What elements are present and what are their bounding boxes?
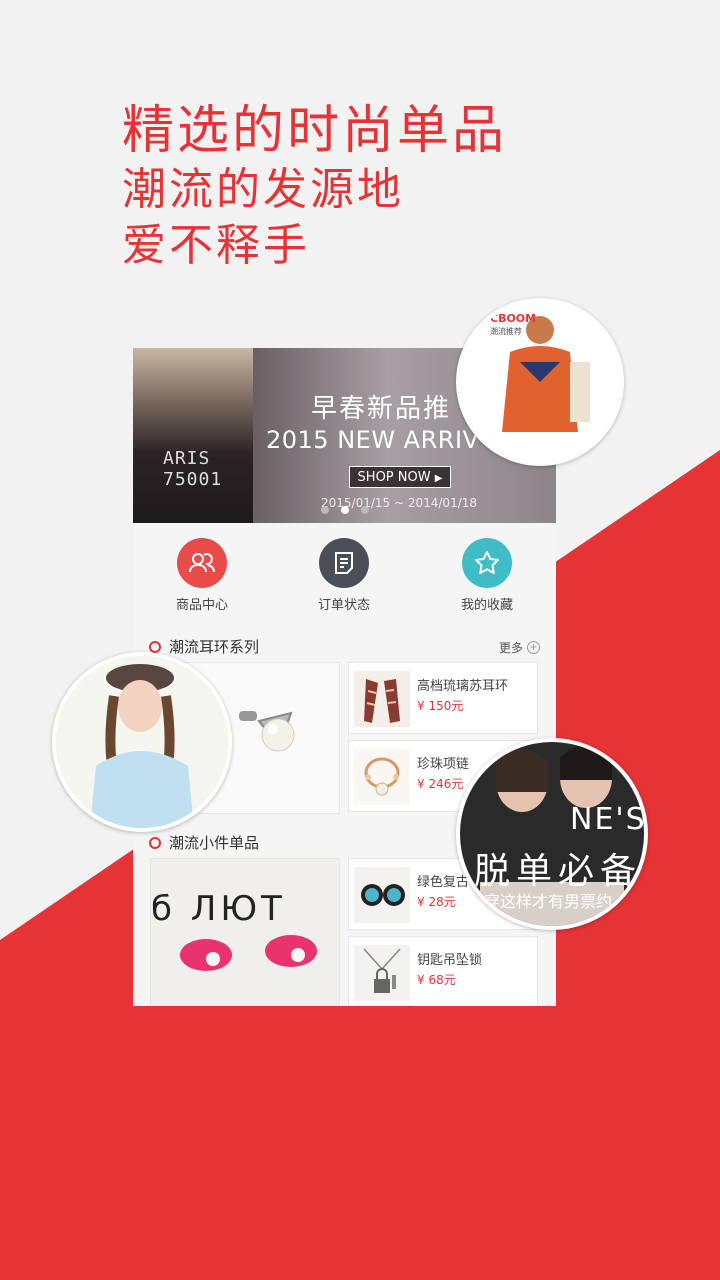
more-label: 更多 — [498, 641, 523, 655]
banner-model-image: ARIS 75001 — [133, 348, 253, 523]
bubble-small-text: 穿这样才有男票约 — [484, 892, 613, 911]
star-icon — [462, 538, 512, 588]
promo-headline: 精选的时尚单品 潮流的发源地 爱不释手 — [122, 100, 507, 274]
nav-label: 订单状态 — [317, 598, 370, 613]
product-name: 钥匙吊坠锁 — [417, 953, 483, 968]
bubble-brand-text: CBOOM — [490, 312, 537, 325]
circle-bullet-icon — [149, 836, 161, 849]
lip-earring-image — [151, 859, 339, 1006]
nav-label: 商品中心 — [175, 598, 228, 613]
shop-now-label: SHOP NOW — [357, 470, 431, 485]
bubble-big-text: 脱单必备 — [474, 851, 643, 892]
document-icon — [319, 538, 369, 588]
lock-pendant-image — [354, 945, 410, 1001]
banner-title: 早春新品推 — [311, 394, 452, 424]
fashion-model-image — [460, 302, 620, 462]
section-title-accessories: 潮流小件单品 — [149, 832, 259, 853]
fashion-bubble-top-right: CBOOM 潮流推荐 — [456, 298, 624, 466]
fashion-model-image — [56, 656, 228, 828]
product-price: ¥ 28元 — [417, 895, 456, 909]
quick-nav: 商品中心 订单状态 我的收藏 — [133, 538, 556, 614]
pagination-dot[interactable] — [321, 506, 329, 514]
section-title-text: 潮流小件单品 — [169, 834, 260, 852]
nav-my-favorites[interactable]: 我的收藏 — [437, 538, 537, 613]
headline-line-3: 爱不释手 — [122, 220, 310, 271]
product-card-large[interactable]: б ЛЮТ — [150, 858, 340, 1006]
headline-line-1: 精选的时尚单品 — [122, 101, 508, 161]
fashion-bubble-bottom-right: NE'S 脱单必备 穿这样才有男票约 — [456, 738, 648, 930]
more-link[interactable]: 更多 + — [499, 639, 540, 656]
play-arrow-icon: ▶ — [434, 473, 443, 484]
banner-model-text: ARIS 75001 — [163, 448, 223, 490]
banner-subtitle: 2015 NEW ARRIV — [266, 426, 480, 454]
product-name: 高档琉璃苏耳环 — [417, 679, 509, 694]
product-price: ¥ 150元 — [417, 699, 464, 713]
bubble-tag-text: 潮流推荐 — [490, 327, 522, 336]
nav-label: 我的收藏 — [460, 598, 513, 613]
headline-line-2: 潮流的发源地 — [122, 164, 404, 215]
pagination-dot[interactable] — [361, 506, 369, 514]
section-title-earrings: 潮流耳环系列 — [149, 636, 259, 657]
banner-pagination — [321, 506, 369, 514]
pearl-necklace-image — [354, 749, 410, 805]
product-card[interactable]: 钥匙吊坠锁 ¥ 68元 — [348, 936, 538, 1006]
circle-bullet-icon — [149, 640, 161, 653]
plus-circle-icon: + — [527, 641, 540, 654]
product-price: ¥ 68元 — [417, 973, 456, 987]
bubble-brand-text: NE'S — [570, 802, 647, 837]
retro-stud-image — [354, 867, 410, 923]
product-name: 绿色复古 — [417, 875, 470, 890]
shop-now-button[interactable]: SHOP NOW ▶ — [349, 466, 451, 488]
section-title-text: 潮流耳环系列 — [169, 638, 260, 656]
users-icon — [177, 538, 227, 588]
fashion-bubble-left — [52, 652, 232, 832]
nav-order-status[interactable]: 订单状态 — [294, 538, 394, 613]
product-price: ¥ 246元 — [417, 777, 464, 791]
product-card[interactable]: 高档琉璃苏耳环 ¥ 150元 — [348, 662, 538, 734]
product-name: 珍珠项链 — [417, 757, 470, 772]
pagination-dot-active[interactable] — [341, 506, 349, 514]
tassel-earring-image — [354, 671, 410, 727]
nav-product-center[interactable]: 商品中心 — [152, 538, 252, 613]
product-image-text: б ЛЮТ — [151, 889, 286, 929]
